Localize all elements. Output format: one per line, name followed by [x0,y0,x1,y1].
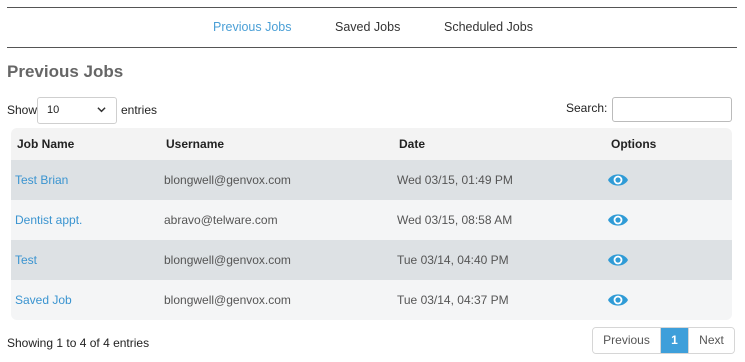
entries-label: entries [121,103,158,117]
table-row: Dentist appt. abravo@telware.com Wed 03/… [11,200,732,240]
username-cell: abravo@telware.com [164,213,278,227]
job-name-link[interactable]: Saved Job [15,293,72,307]
entries-length-select[interactable]: 10 [37,97,117,124]
chevron-down-icon [97,107,106,113]
next-page-button[interactable]: Next [688,328,734,353]
username-cell: blongwell@genvox.com [164,253,291,267]
tab-previous-jobs[interactable]: Previous Jobs [213,20,292,34]
previous-page-button[interactable]: Previous [593,328,661,353]
tab-saved-jobs[interactable]: Saved Jobs [335,20,400,34]
date-cell: Wed 03/15, 08:58 AM [397,213,513,227]
table-header: Job Name Username Date Options [11,128,732,160]
job-name-link[interactable]: Dentist appt. [15,213,82,227]
header-username[interactable]: Username [166,137,224,151]
job-name-link[interactable]: Test [15,253,37,267]
header-job-name[interactable]: Job Name [17,137,74,151]
username-cell: blongwell@genvox.com [164,173,291,187]
table-info: Showing 1 to 4 of 4 entries [7,336,150,350]
date-cell: Wed 03/15, 01:49 PM [397,173,513,187]
entries-length-value: 10 [47,104,60,116]
username-cell: blongwell@genvox.com [164,293,291,307]
search-input[interactable] [612,97,732,122]
date-cell: Tue 03/14, 04:37 PM [397,293,509,307]
page-title: Previous Jobs [7,62,124,81]
eye-icon[interactable] [607,171,629,189]
show-label: Show [7,103,38,117]
jobs-table: Job Name Username Date Options Test Bria… [11,128,732,320]
eye-icon[interactable] [607,211,629,229]
header-date[interactable]: Date [399,137,425,151]
table-row: Saved Job blongwell@genvox.com Tue 03/14… [11,280,732,320]
job-tabs-nav: Previous Jobs Saved Jobs Scheduled Jobs [7,8,737,48]
page-1-button[interactable]: 1 [661,328,688,353]
eye-icon[interactable] [607,251,629,269]
date-cell: Tue 03/14, 04:40 PM [397,253,509,267]
job-name-link[interactable]: Test Brian [15,173,68,187]
pagination: Previous 1 Next [592,327,735,354]
header-options: Options [611,137,657,151]
tab-scheduled-jobs[interactable]: Scheduled Jobs [444,20,533,34]
search-label: Search: [566,101,608,115]
eye-icon[interactable] [607,291,629,309]
table-row: Test Brian blongwell@genvox.com Wed 03/1… [11,160,732,200]
table-row: Test blongwell@genvox.com Tue 03/14, 04:… [11,240,732,280]
